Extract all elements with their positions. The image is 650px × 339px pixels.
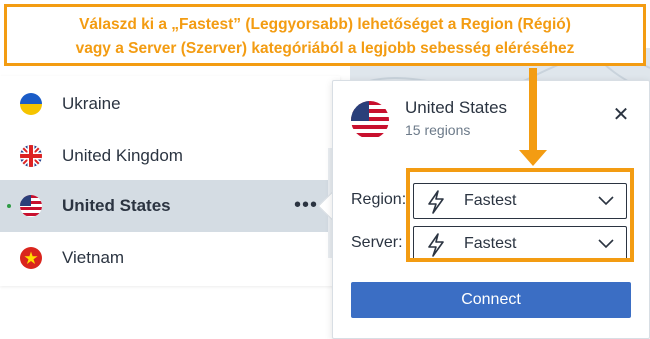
uk-flag-icon [20,145,42,167]
more-options-icon[interactable]: ••• [294,194,318,217]
connected-dot-icon [7,204,11,208]
annotation-highlight-box [406,168,634,262]
vietnam-flag-icon [20,247,42,269]
country-name: Ukraine [62,94,121,113]
annotation-line-2: vagy a Server (Szerver) kategóriából a l… [75,40,575,57]
close-icon[interactable]: ✕ [611,105,631,125]
popover-title: United States [405,98,508,117]
country-name: Vietnam [62,248,125,267]
country-row-united-kingdom[interactable]: United Kingdom [0,130,330,182]
annotation-arrow-head [519,150,547,166]
country-row-vietnam[interactable]: Vietnam [0,232,330,284]
server-label: Server: [351,234,403,251]
annotation-callout: Válaszd ki a „Fastest” (Leggyorsabb) leh… [4,4,646,66]
country-row-ukraine[interactable]: Ukraine [0,78,330,130]
country-list: Ukraine United Kingdom United States •••… [0,76,340,286]
region-label: Region: [351,191,407,208]
ukraine-flag-icon [20,93,42,115]
country-name: United States [62,196,171,215]
popover-subtitle: 15 regions [405,122,471,138]
country-row-united-states[interactable]: United States ••• [0,180,330,232]
us-flag-icon [20,195,42,217]
annotation-line-1: Válaszd ki a „Fastest” (Leggyorsabb) leh… [79,16,571,33]
country-name: United Kingdom [62,146,183,165]
annotation-arrow-shaft [529,68,537,154]
connect-button[interactable]: Connect [351,282,631,318]
us-flag-icon [351,101,389,139]
